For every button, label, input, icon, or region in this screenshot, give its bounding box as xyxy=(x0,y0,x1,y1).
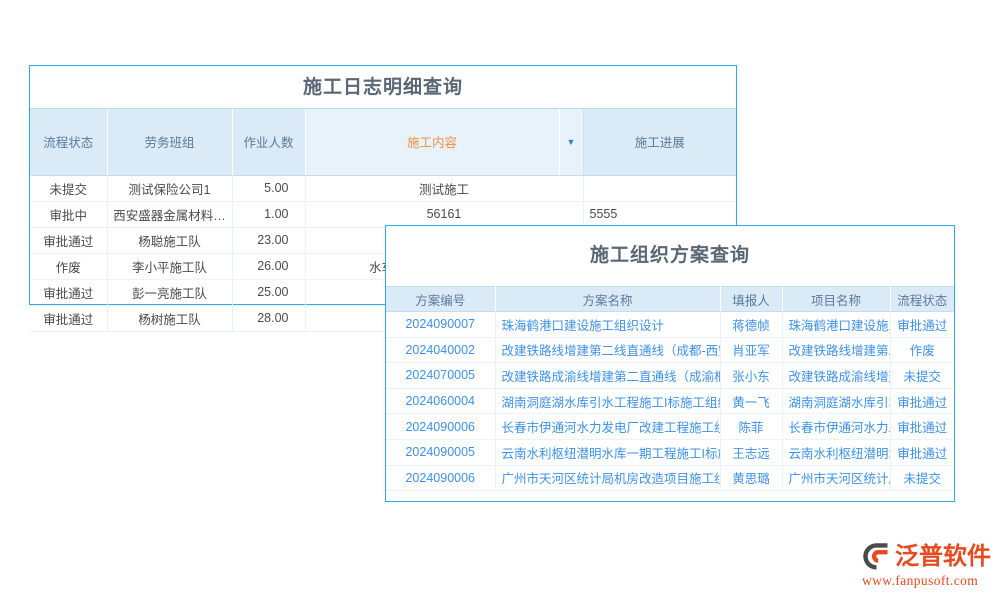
log-cell-team: 李小平施工队 xyxy=(107,253,232,279)
log-panel-title: 施工日志明细查询 xyxy=(30,66,736,109)
plan-cell-reporter: 张小东 xyxy=(720,363,782,389)
plan-table-header-row: 方案编号 方案名称 填报人 项目名称 流程状态 xyxy=(386,287,954,312)
chevron-down-icon[interactable]: ▼ xyxy=(559,109,583,175)
log-cell-status: 审批通过 xyxy=(30,305,107,331)
plan-col-code[interactable]: 方案编号 xyxy=(386,287,495,312)
log-cell-status: 未提交 xyxy=(30,175,107,201)
plan-cell-code: 2024070005 xyxy=(386,363,495,389)
construction-plan-table: 方案编号 方案名称 填报人 项目名称 流程状态 2024090007珠海鹤港口建… xyxy=(386,286,954,491)
log-cell-status: 审批通过 xyxy=(30,227,107,253)
plan-cell-project: 云南水利枢纽潜明水库一期工程 xyxy=(782,439,890,465)
plan-cell-name: 改建铁路成渝线增建第二直通线（成渝枢纽） xyxy=(495,363,720,389)
plan-cell-status: 审批通过 xyxy=(890,312,954,338)
plan-cell-name: 湖南洞庭湖水库引水工程施工I标施工组织设计 xyxy=(495,388,720,414)
log-cell-people: 5.00 xyxy=(232,175,305,201)
log-col-progress[interactable]: 施工进展 xyxy=(583,109,736,175)
plan-cell-name: 改建铁路线增建第二线直通线（成都-西安） xyxy=(495,337,720,363)
plan-cell-code: 2024090006 xyxy=(386,465,495,491)
plan-cell-reporter: 王志远 xyxy=(720,439,782,465)
log-cell-progress xyxy=(583,175,736,201)
log-col-content[interactable]: 施工内容 xyxy=(305,109,559,175)
table-row[interactable]: 2024090007珠海鹤港口建设施工组织设计蒋德帧珠海鹤港口建设施工组织设计审… xyxy=(386,312,954,338)
log-col-people[interactable]: 作业人数 xyxy=(232,109,305,175)
plan-cell-code: 2024060004 xyxy=(386,388,495,414)
log-cell-status: 审批通过 xyxy=(30,279,107,305)
plan-col-name[interactable]: 方案名称 xyxy=(495,287,720,312)
plan-cell-status: 未提交 xyxy=(890,363,954,389)
log-cell-people: 26.00 xyxy=(232,253,305,279)
plan-col-reporter[interactable]: 填报人 xyxy=(720,287,782,312)
plan-cell-status: 审批通过 xyxy=(890,439,954,465)
plan-cell-project: 长春市伊通河水力发电厂改建工程 xyxy=(782,414,890,440)
plan-cell-status: 作废 xyxy=(890,337,954,363)
fanpu-logo-icon xyxy=(862,542,891,571)
plan-cell-code: 2024040002 xyxy=(386,337,495,363)
log-cell-status: 审批中 xyxy=(30,201,107,227)
log-cell-people: 23.00 xyxy=(232,227,305,253)
table-row[interactable]: 2024090006广州市天河区统计局机房改造项目施工组织设计黄思璐广州市天河区… xyxy=(386,465,954,491)
plan-cell-code: 2024090006 xyxy=(386,414,495,440)
table-row[interactable]: 2024070005改建铁路成渝线增建第二直通线（成渝枢纽）张小东改建铁路成渝线… xyxy=(386,363,954,389)
plan-cell-project: 改建铁路成渝线增建第二直通线 xyxy=(782,363,890,389)
plan-cell-project: 珠海鹤港口建设施工组织设计 xyxy=(782,312,890,338)
plan-cell-status: 审批通过 xyxy=(890,388,954,414)
log-cell-content: 56161 xyxy=(305,201,583,227)
plan-cell-code: 2024090005 xyxy=(386,439,495,465)
table-row[interactable]: 2024060004湖南洞庭湖水库引水工程施工I标施工组织设计黄一飞湖南洞庭湖水… xyxy=(386,388,954,414)
plan-cell-reporter: 肖亚军 xyxy=(720,337,782,363)
table-row[interactable]: 2024090005云南水利枢纽潜明水库一期工程施工I标施工组织王志远云南水利枢… xyxy=(386,439,954,465)
plan-cell-project: 湖南洞庭湖水库引水工程 xyxy=(782,388,890,414)
log-cell-people: 1.00 xyxy=(232,201,305,227)
log-cell-team: 杨聪施工队 xyxy=(107,227,232,253)
fanpu-logo: 泛普软件 www.fanpusoft.com xyxy=(862,541,994,589)
plan-cell-reporter: 蒋德帧 xyxy=(720,312,782,338)
table-row[interactable]: 审批中西安盛器金属材料…1.00561615555 xyxy=(30,201,736,227)
log-col-team[interactable]: 劳务班组 xyxy=(107,109,232,175)
log-cell-team: 杨树施工队 xyxy=(107,305,232,331)
log-col-status[interactable]: 流程状态 xyxy=(30,109,107,175)
plan-col-project[interactable]: 项目名称 xyxy=(782,287,890,312)
construction-plan-panel: 施工组织方案查询 方案编号 方案名称 填报人 项目名称 流程状态 2024090… xyxy=(385,225,955,502)
log-cell-team: 西安盛器金属材料… xyxy=(107,201,232,227)
plan-cell-name: 云南水利枢纽潜明水库一期工程施工I标施工组织 xyxy=(495,439,720,465)
log-cell-content: 测试施工 xyxy=(305,175,583,201)
table-row[interactable]: 2024040002改建铁路线增建第二线直通线（成都-西安）肖亚军改建铁路线增建… xyxy=(386,337,954,363)
plan-cell-status: 未提交 xyxy=(890,465,954,491)
plan-cell-status: 审批通过 xyxy=(890,414,954,440)
plan-panel-title: 施工组织方案查询 xyxy=(386,226,954,286)
log-cell-people: 25.00 xyxy=(232,279,305,305)
log-cell-status: 作废 xyxy=(30,253,107,279)
plan-cell-project: 广州市天河区统计局机房改造项目 xyxy=(782,465,890,491)
table-row[interactable]: 2024090006长春市伊通河水力发电厂改建工程施工组织设计陈菲长春市伊通河水… xyxy=(386,414,954,440)
plan-cell-reporter: 黄思璐 xyxy=(720,465,782,491)
log-cell-progress: 5555 xyxy=(583,201,736,227)
fanpu-brand-text: 泛普软件 xyxy=(895,542,991,571)
table-row[interactable]: 未提交测试保险公司15.00测试施工 xyxy=(30,175,736,201)
log-cell-team: 测试保险公司1 xyxy=(107,175,232,201)
plan-cell-name: 珠海鹤港口建设施工组织设计 xyxy=(495,312,720,338)
log-cell-team: 彭一亮施工队 xyxy=(107,279,232,305)
plan-cell-name: 长春市伊通河水力发电厂改建工程施工组织设计 xyxy=(495,414,720,440)
log-table-header-row: 流程状态 劳务班组 作业人数 施工内容 ▼ 施工进展 xyxy=(30,109,736,175)
plan-cell-name: 广州市天河区统计局机房改造项目施工组织设计 xyxy=(495,465,720,491)
plan-cell-project: 改建铁路线增建第二线直通线（成都-西安） xyxy=(782,337,890,363)
plan-cell-code: 2024090007 xyxy=(386,312,495,338)
plan-cell-reporter: 黄一飞 xyxy=(720,388,782,414)
plan-col-status[interactable]: 流程状态 xyxy=(890,287,954,312)
plan-cell-reporter: 陈菲 xyxy=(720,414,782,440)
fanpu-url-text: www.fanpusoft.com xyxy=(862,573,994,589)
log-cell-people: 28.00 xyxy=(232,305,305,331)
